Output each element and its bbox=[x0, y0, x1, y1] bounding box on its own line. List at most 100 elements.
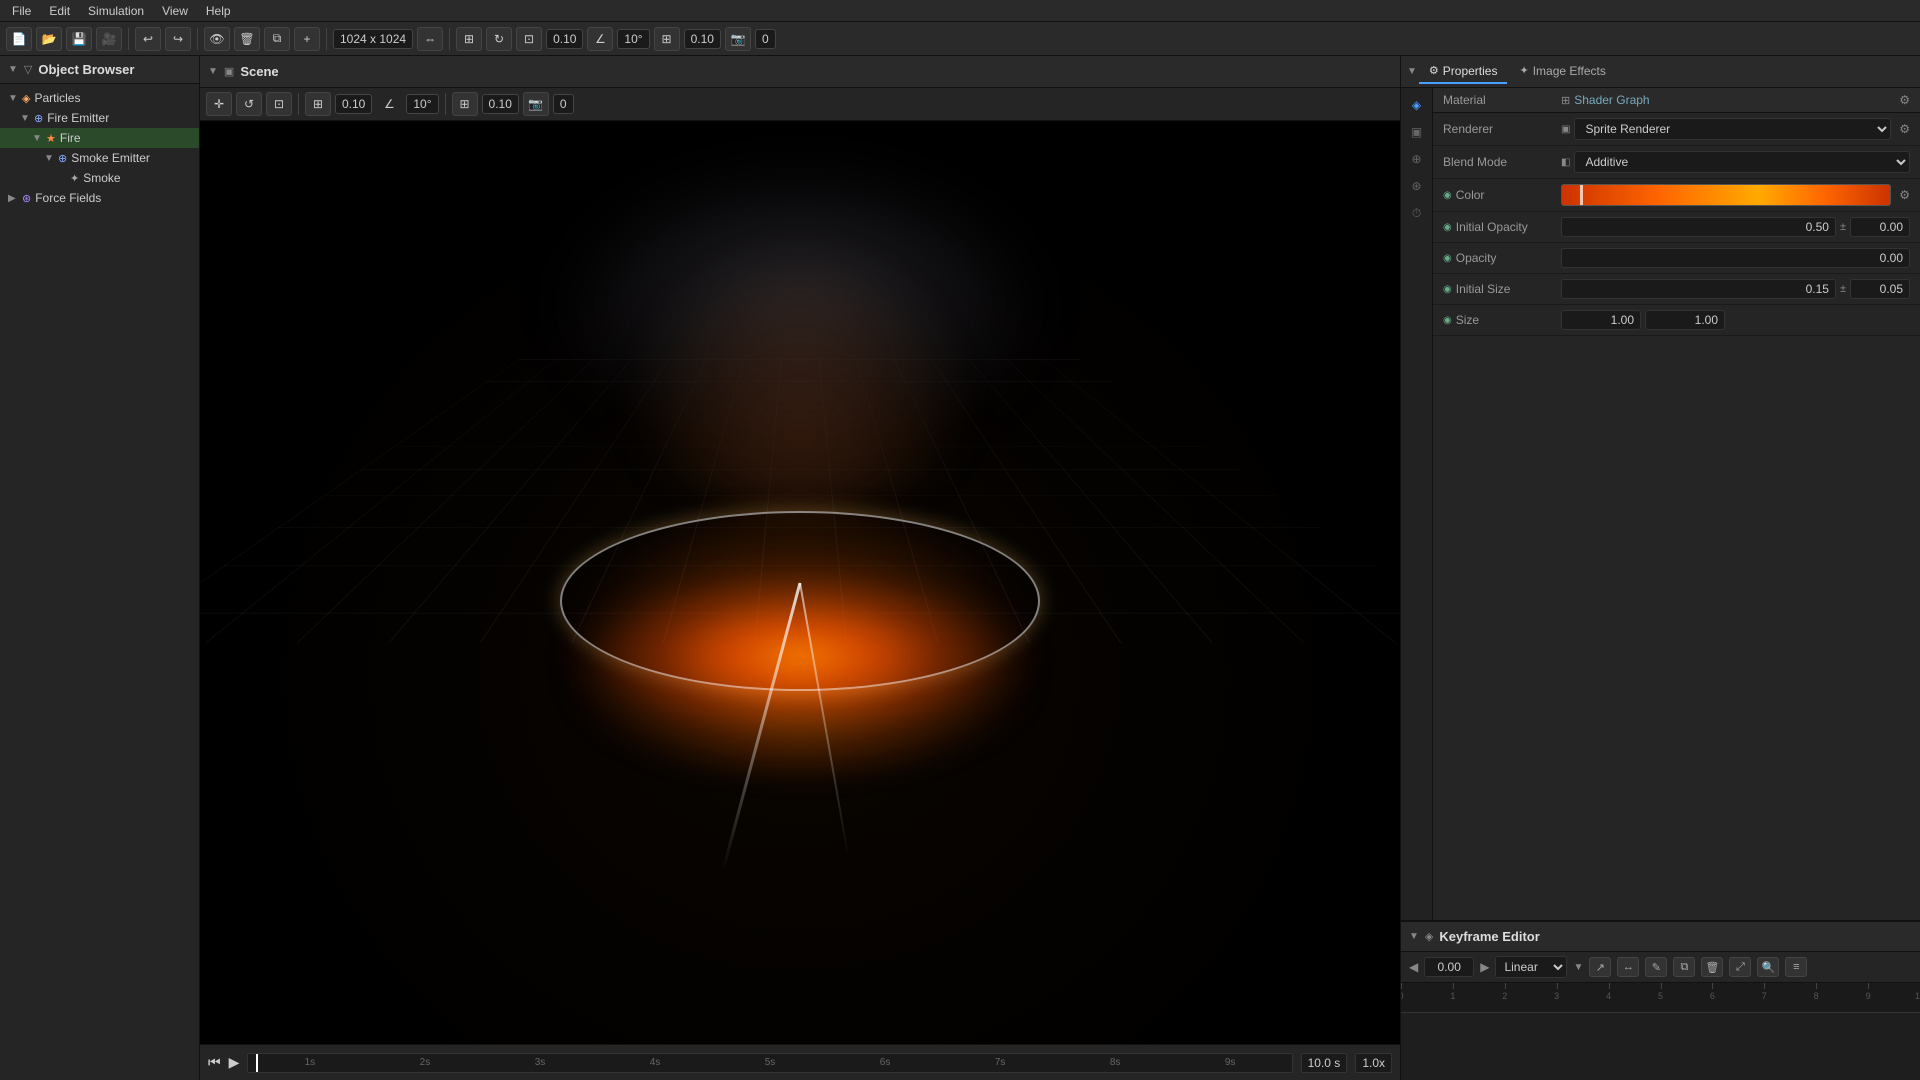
toolbar-separator-1 bbox=[128, 28, 129, 50]
prop-value-color bbox=[1561, 184, 1891, 206]
scene-rotate-button[interactable]: ↺ bbox=[236, 92, 262, 116]
kf-zoom-btn[interactable]: 🔍 bbox=[1757, 957, 1779, 977]
sidebar-item-particles[interactable]: ▼ ◈ Particles bbox=[0, 88, 199, 108]
prop-icon-force[interactable]: ⊛ bbox=[1406, 175, 1428, 197]
shader-graph-link[interactable]: Shader Graph bbox=[1574, 93, 1649, 107]
filter-icon[interactable]: ▽ bbox=[24, 63, 32, 76]
initial-opacity-label-text: Initial Opacity bbox=[1456, 220, 1528, 234]
prop-icon-lifetime[interactable]: ⏱ bbox=[1406, 202, 1428, 224]
color-settings-icon[interactable]: ⚙ bbox=[1899, 188, 1910, 202]
new-button[interactable]: 📄 bbox=[6, 27, 32, 51]
kf-tick-label-7: 7 bbox=[1762, 991, 1767, 1001]
tab-properties[interactable]: ⚙ Properties bbox=[1419, 60, 1508, 84]
scene-zero[interactable]: 0 bbox=[553, 94, 574, 114]
size-icon: ◉ bbox=[1443, 315, 1452, 326]
kf-tangent-btn[interactable]: ↗ bbox=[1589, 957, 1611, 977]
tab-image-effects[interactable]: ✦ Image Effects bbox=[1509, 60, 1615, 84]
menu-file[interactable]: File bbox=[4, 2, 39, 20]
rotate-snap-button[interactable]: ↻ bbox=[486, 27, 512, 51]
sidebar-collapse-icon[interactable]: ▼ bbox=[8, 64, 18, 75]
kf-interpolation-select[interactable]: Linear Smooth Step bbox=[1495, 956, 1567, 978]
scene-grid-val-1[interactable]: 0.10 bbox=[335, 94, 372, 114]
timeline-mark-7s: 7s bbox=[943, 1057, 1058, 1068]
initial-opacity-input[interactable] bbox=[1561, 217, 1836, 237]
grid-value-1[interactable]: 0.10 bbox=[546, 29, 583, 49]
scene-grid-val-btn[interactable]: ⊞ bbox=[452, 92, 478, 116]
menu-view[interactable]: View bbox=[154, 2, 196, 20]
initial-opacity-pm-input[interactable] bbox=[1850, 217, 1910, 237]
particles-arrow: ▼ bbox=[8, 93, 18, 104]
prop-icon-emitter[interactable]: ⊕ bbox=[1406, 148, 1428, 170]
scene-title: Scene bbox=[240, 64, 278, 79]
renderer-settings-icon[interactable]: ⚙ bbox=[1899, 122, 1910, 136]
kf-collapse-icon[interactable]: ▼ bbox=[1409, 931, 1419, 942]
timeline-track[interactable]: 1s 2s 3s 4s 5s 6s 7s 8s 9s bbox=[247, 1053, 1292, 1073]
zero-value[interactable]: 0 bbox=[755, 29, 776, 49]
scene-sep-1 bbox=[298, 93, 299, 115]
kf-tick-4 bbox=[1609, 983, 1610, 989]
timeline-mark-2s: 2s bbox=[367, 1057, 482, 1068]
scene-angle-val[interactable]: 10° bbox=[406, 94, 438, 114]
open-button[interactable]: 📂 bbox=[36, 27, 62, 51]
sidebar-item-smoke[interactable]: ✦ Smoke bbox=[0, 168, 199, 188]
kf-expand-btn[interactable]: ⤢ bbox=[1729, 957, 1751, 977]
blend-mode-select[interactable]: Additive Alpha Multiply bbox=[1574, 151, 1910, 173]
color-bar[interactable] bbox=[1561, 184, 1891, 206]
renderer-select[interactable]: Sprite Renderer Mesh Renderer bbox=[1574, 118, 1891, 140]
scene-toolbar: ✛ ↺ ⊡ ⊞ 0.10 ∠ 10° ⊞ 0.10 📷 0 bbox=[200, 88, 1400, 121]
menu-edit[interactable]: Edit bbox=[41, 2, 78, 20]
initial-size-input[interactable] bbox=[1561, 279, 1836, 299]
scene-sep-2 bbox=[445, 93, 446, 115]
scene-grid-button[interactable]: ⊞ bbox=[305, 92, 331, 116]
redo-button[interactable]: ↪ bbox=[165, 27, 191, 51]
right-panel-collapse-icon[interactable]: ▼ bbox=[1407, 66, 1417, 77]
prop-icon-render[interactable]: ▣ bbox=[1406, 121, 1428, 143]
angle-value[interactable]: 10° bbox=[617, 29, 649, 49]
sidebar-item-smoke-emitter[interactable]: ▼ ⊕ Smoke Emitter bbox=[0, 148, 199, 168]
initial-size-pm-input[interactable] bbox=[1850, 279, 1910, 299]
prop-label-color: ◉ Color bbox=[1443, 188, 1553, 202]
delete-button[interactable]: 🗑 bbox=[234, 27, 260, 51]
size-x-input[interactable] bbox=[1561, 310, 1641, 330]
sidebar-item-fire[interactable]: ▼ ★ Fire bbox=[0, 128, 199, 148]
panel-tabs: ▼ ⚙ Properties ✦ Image Effects bbox=[1401, 56, 1920, 88]
kf-time-input[interactable] bbox=[1424, 957, 1474, 977]
prop-icon-material[interactable]: ◈ bbox=[1406, 94, 1428, 116]
kf-tangent-flat-btn[interactable]: ↔ bbox=[1617, 957, 1639, 977]
skip-start-button[interactable]: ⏮ bbox=[208, 1054, 221, 1071]
prop-label-initial-opacity: ◉ Initial Opacity bbox=[1443, 220, 1553, 234]
camera-button[interactable]: 🎥 bbox=[96, 27, 122, 51]
sidebar-item-fire-emitter[interactable]: ▼ ⊕ Fire Emitter bbox=[0, 108, 199, 128]
kf-prev-button[interactable]: ◀ bbox=[1409, 960, 1418, 974]
kf-delete-btn[interactable]: 🗑 bbox=[1701, 957, 1723, 977]
scene-collapse-icon[interactable]: ▼ bbox=[208, 66, 218, 77]
material-settings-icon[interactable]: ⚙ bbox=[1899, 93, 1910, 107]
scene-viewport[interactable] bbox=[200, 121, 1400, 1044]
resize-button[interactable]: ⇔ bbox=[417, 27, 443, 51]
size-y-input[interactable] bbox=[1645, 310, 1725, 330]
scale-snap-button[interactable]: ⊡ bbox=[516, 27, 542, 51]
menu-help[interactable]: Help bbox=[198, 2, 239, 20]
add-button[interactable]: + bbox=[294, 27, 320, 51]
kf-copy-btn[interactable]: ⧉ bbox=[1673, 957, 1695, 977]
kf-next-button[interactable]: ▶ bbox=[1480, 960, 1489, 974]
grid-value-2[interactable]: 0.10 bbox=[684, 29, 721, 49]
menu-simulation[interactable]: Simulation bbox=[80, 2, 152, 20]
kf-menu-btn[interactable]: ≡ bbox=[1785, 957, 1807, 977]
sidebar-item-force-fields[interactable]: ▶ ⊛ Force Fields bbox=[0, 188, 199, 208]
scene-scale-button[interactable]: ⊡ bbox=[266, 92, 292, 116]
save-button[interactable]: 💾 bbox=[66, 27, 92, 51]
timeline-mark-6s: 6s bbox=[828, 1057, 943, 1068]
scene-camera-btn[interactable]: 📷 bbox=[523, 92, 549, 116]
scene-grid-val-2[interactable]: 0.10 bbox=[482, 94, 519, 114]
kf-pencil-btn[interactable]: ✎ bbox=[1645, 957, 1667, 977]
kf-tick-label-9: 9 bbox=[1866, 991, 1871, 1001]
play-button[interactable]: ▶ bbox=[229, 1054, 240, 1071]
grid-snap-button[interactable]: ⊞ bbox=[456, 27, 482, 51]
visibility-button[interactable]: 👁 bbox=[204, 27, 230, 51]
duplicate-button[interactable]: ⧉ bbox=[264, 27, 290, 51]
timeline-mark-3s: 3s bbox=[482, 1057, 597, 1068]
undo-button[interactable]: ↩ bbox=[135, 27, 161, 51]
scene-move-button[interactable]: ✛ bbox=[206, 92, 232, 116]
opacity-input[interactable] bbox=[1561, 248, 1910, 268]
